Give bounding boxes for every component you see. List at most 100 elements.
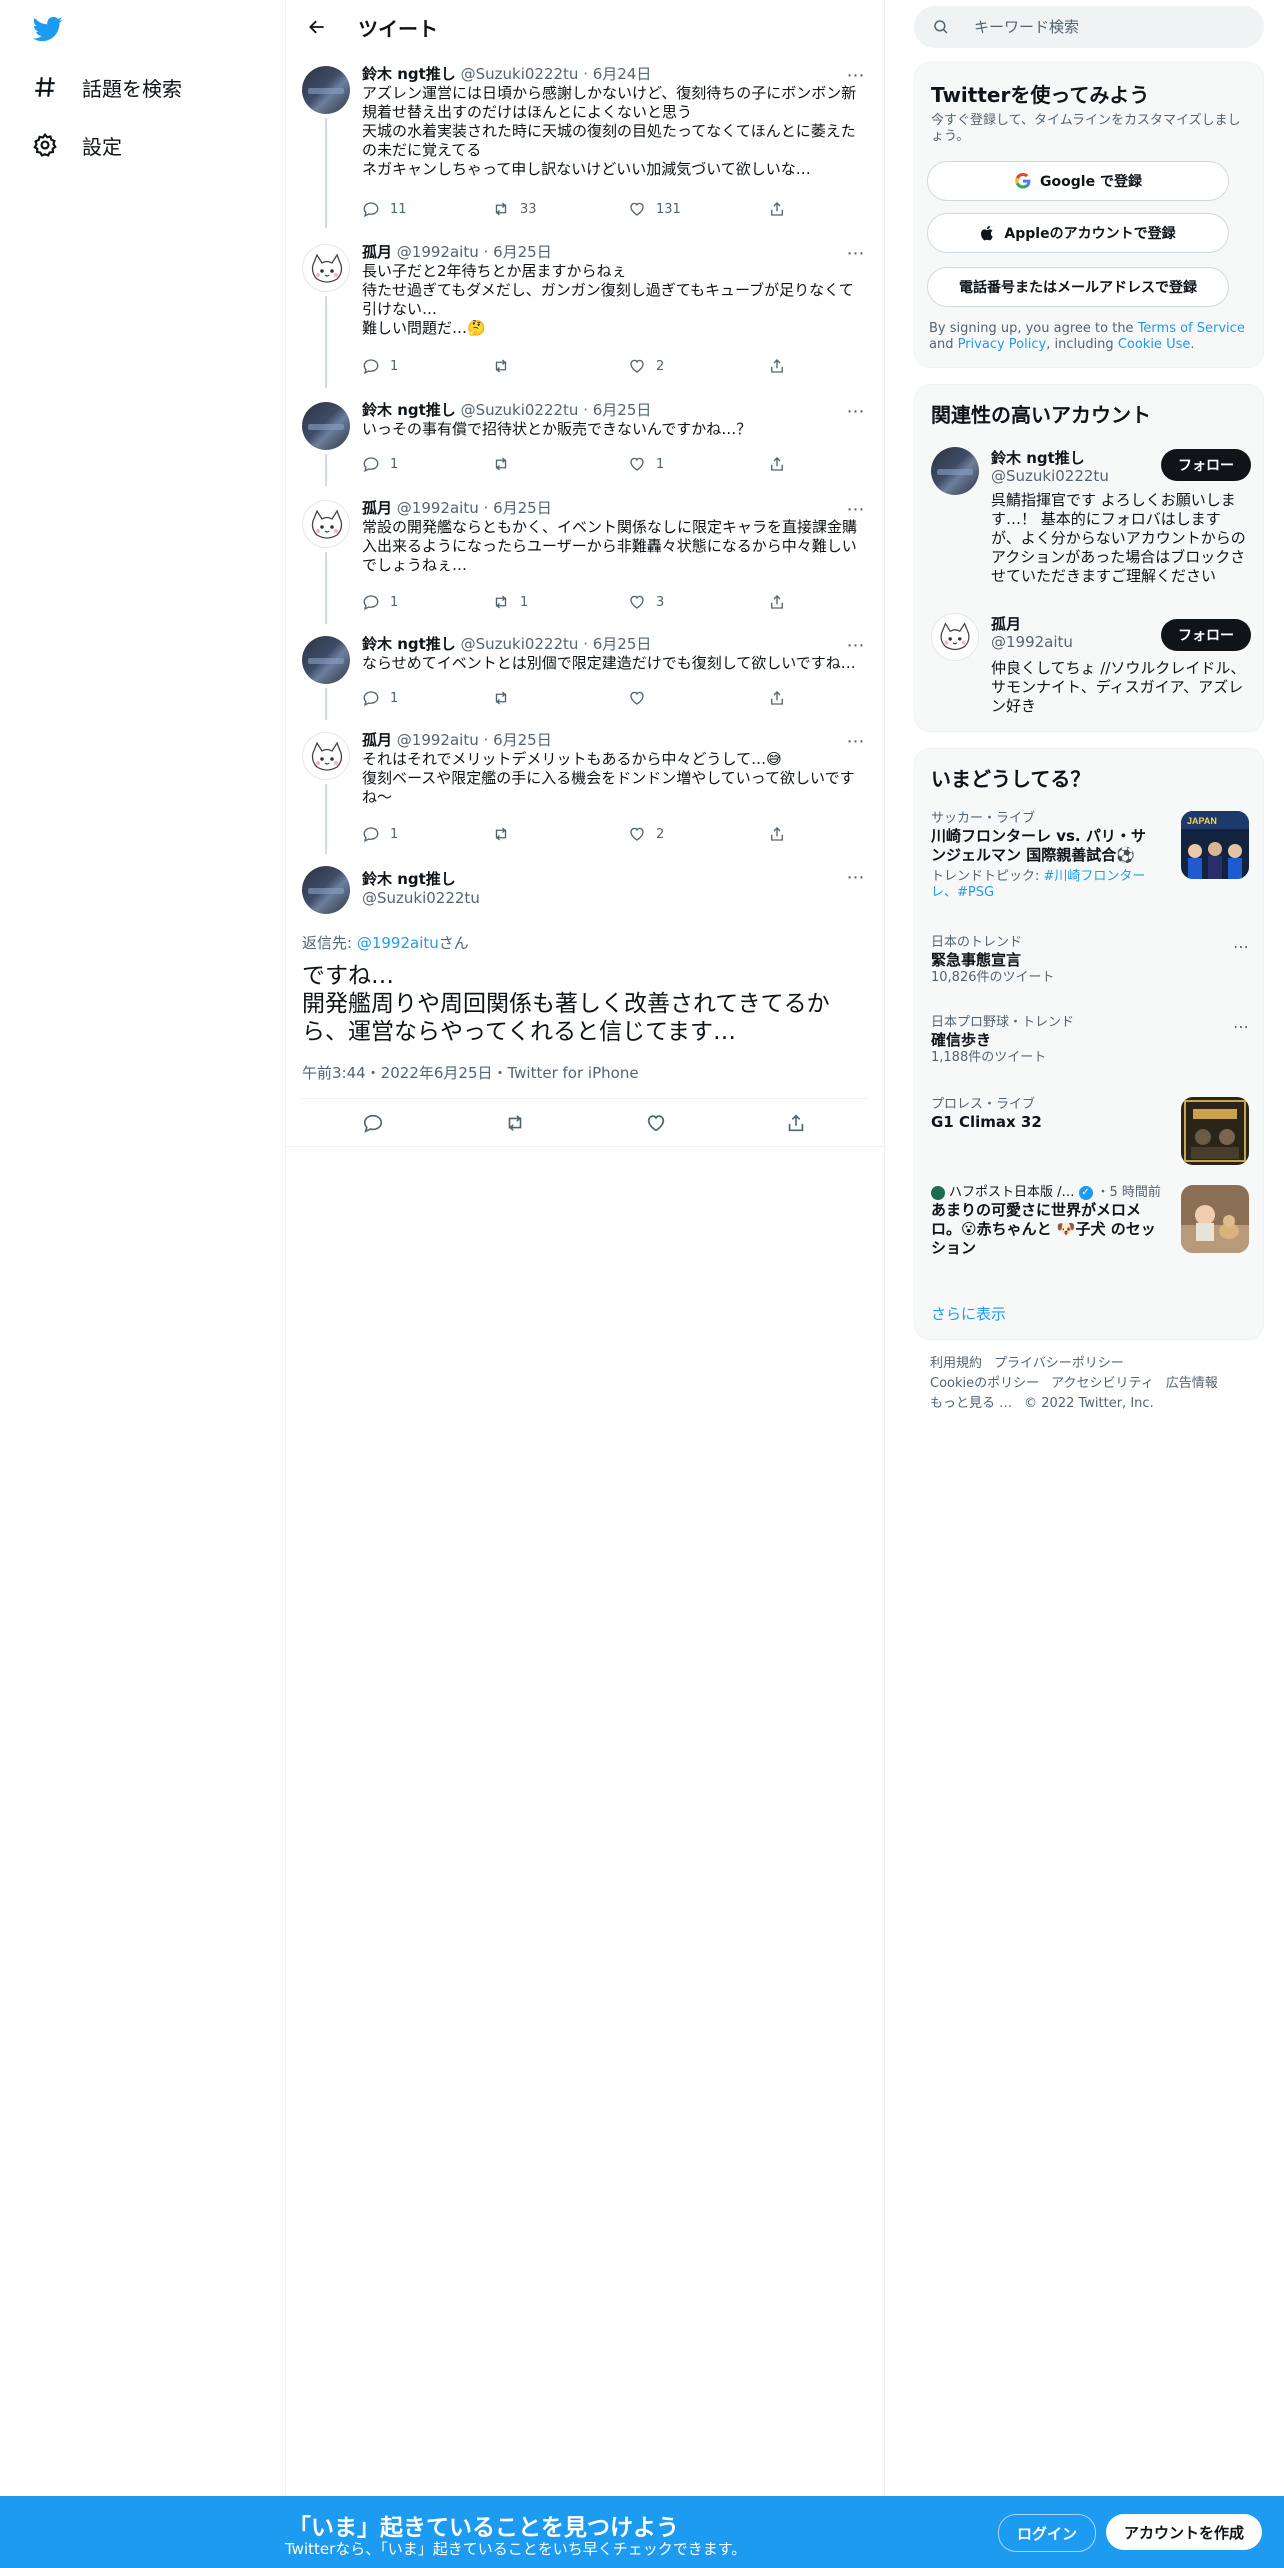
author-name[interactable]: 鈴木 ngt推し: [362, 401, 456, 419]
avatar[interactable]: [302, 636, 350, 684]
retweet-button[interactable]: [492, 687, 520, 709]
like-button[interactable]: 131: [628, 198, 681, 220]
more-options-button[interactable]: ⋯: [844, 243, 868, 264]
author-name[interactable]: 孤月: [362, 499, 392, 517]
publisher-name[interactable]: ハフポスト日本版 /…: [949, 1185, 1075, 1201]
nav-settings[interactable]: 設定: [32, 125, 122, 165]
like-button[interactable]: 2: [628, 355, 664, 377]
avatar[interactable]: [931, 447, 979, 495]
more-options-button[interactable]: ⋯: [844, 499, 868, 520]
share-button[interactable]: [768, 198, 786, 220]
footer-link-ads-info[interactable]: 広告情報: [1166, 1376, 1218, 1391]
retweet-button[interactable]: [502, 1110, 528, 1136]
retweet-button[interactable]: [492, 355, 520, 377]
trend-more-button[interactable]: ⋯: [1233, 1017, 1249, 1036]
author-name[interactable]: 鈴木 ngt推し: [362, 65, 456, 83]
account-handle[interactable]: @1992aitu: [991, 633, 1073, 651]
cookie-use-link[interactable]: Cookie Use: [1118, 337, 1191, 352]
account-item[interactable]: 孤月 @1992aitu フォロー 仲良くしてちょ //ソウルクレイドル、サモン…: [931, 613, 1251, 723]
trend-item[interactable]: プロレス・ライブ G1 Climax 32: [931, 1097, 1249, 1167]
apple-signup-button[interactable]: Appleのアカウントで登録: [927, 213, 1229, 253]
account-handle[interactable]: @Suzuki0222tu: [991, 467, 1109, 485]
author-name[interactable]: 鈴木 ngt推し: [362, 868, 868, 889]
create-account-button[interactable]: アカウントを作成: [1106, 2514, 1262, 2550]
avatar[interactable]: [931, 613, 979, 661]
login-button[interactable]: ログイン: [998, 2514, 1096, 2552]
reply-button[interactable]: 1: [362, 687, 398, 709]
author-handle[interactable]: @Suzuki0222tu: [362, 889, 868, 907]
share-button[interactable]: [768, 355, 786, 377]
share-button[interactable]: [768, 453, 786, 475]
retweet-button[interactable]: [492, 823, 520, 845]
phone-email-signup-button[interactable]: 電話番号またはメールアドレスで登録: [927, 267, 1229, 307]
more-options-button[interactable]: ⋯: [844, 731, 868, 752]
more-options-button[interactable]: ⋯: [844, 65, 868, 86]
tweet-date[interactable]: 6月25日: [493, 731, 552, 749]
thread-tweet[interactable]: 孤月 @1992aitu · 6月25日 それはそれでメリットデメリットもあるか…: [286, 728, 884, 856]
author-name[interactable]: 鈴木 ngt推し: [362, 635, 456, 653]
show-more-link[interactable]: さらに表示: [931, 1303, 1006, 1324]
footer-link-terms[interactable]: 利用規約: [930, 1356, 982, 1371]
footer-link-cookies[interactable]: Cookieのポリシー: [930, 1376, 1039, 1391]
trend-item[interactable]: ハフポスト日本版 /… ✓ ・5 時間前 あまりの可愛さに世界がメロメロ。😮赤ち…: [931, 1185, 1249, 1275]
thread-tweet[interactable]: 鈴木 ngt推し @Suzuki0222tu · 6月24日 アズレン運営には日…: [286, 62, 884, 230]
avatar[interactable]: [302, 732, 350, 780]
thread-tweet[interactable]: 鈴木 ngt推し @Suzuki0222tu · 6月25日 ならせめてイベント…: [286, 632, 884, 722]
avatar[interactable]: [302, 244, 350, 292]
search-input[interactable]: [972, 17, 1246, 37]
account-item[interactable]: 鈴木 ngt推し @Suzuki0222tu フォロー 呉鯖指揮官です よろしく…: [931, 447, 1251, 587]
thread-tweet[interactable]: 孤月 @1992aitu · 6月25日 常設の開発艦ならともかく、イベント関係…: [286, 496, 884, 626]
footer-link-accessibility[interactable]: アクセシビリティ: [1051, 1376, 1154, 1391]
more-options-button[interactable]: ⋯: [844, 401, 868, 422]
author-handle[interactable]: @Suzuki0222tu: [461, 401, 579, 419]
author-handle[interactable]: @1992aitu: [397, 243, 479, 261]
retweet-button[interactable]: [492, 453, 520, 475]
like-button[interactable]: 2: [628, 823, 664, 845]
author-name[interactable]: 孤月: [362, 731, 392, 749]
tweet-date[interactable]: 6月25日: [593, 401, 652, 419]
share-button[interactable]: [768, 687, 786, 709]
avatar[interactable]: [302, 402, 350, 450]
reply-button[interactable]: 11: [362, 198, 407, 220]
footer-more-link[interactable]: もっと見る …: [930, 1396, 1012, 1411]
author-handle[interactable]: @1992aitu: [397, 731, 479, 749]
author-handle[interactable]: @Suzuki0222tu: [461, 635, 579, 653]
share-button[interactable]: [768, 591, 786, 613]
follow-button[interactable]: フォロー: [1161, 449, 1251, 481]
tweet-date[interactable]: 6月25日: [493, 499, 552, 517]
author-name[interactable]: 孤月: [362, 243, 392, 261]
thread-tweet[interactable]: 鈴木 ngt推し @Suzuki0222tu · 6月25日 いっその事有償で招…: [286, 398, 884, 488]
like-button[interactable]: 1: [628, 453, 664, 475]
follow-button[interactable]: フォロー: [1161, 619, 1251, 651]
nav-explore[interactable]: 話題を検索: [32, 67, 182, 107]
trend-item[interactable]: 日本のトレンド 緊急事態宣言 10,826件のツイート ⋯: [931, 935, 1249, 993]
like-button[interactable]: 3: [628, 591, 664, 613]
avatar[interactable]: [302, 500, 350, 548]
trend-more-button[interactable]: ⋯: [1233, 937, 1249, 956]
avatar[interactable]: [302, 66, 350, 114]
avatar[interactable]: [302, 866, 350, 914]
privacy-policy-link[interactable]: Privacy Policy: [958, 337, 1047, 352]
more-options-button[interactable]: ⋯: [844, 867, 868, 888]
account-name[interactable]: 鈴木 ngt推し: [991, 447, 1085, 468]
reply-button[interactable]: [360, 1110, 386, 1136]
author-handle[interactable]: @Suzuki0222tu: [461, 65, 579, 83]
tweet-timestamp[interactable]: 午前3:44・2022年6月25日・Twitter for iPhone: [302, 1062, 639, 1083]
account-name[interactable]: 孤月: [991, 613, 1021, 634]
retweet-button[interactable]: 1: [492, 591, 528, 613]
reply-button[interactable]: 1: [362, 355, 398, 377]
twitter-logo-icon[interactable]: [30, 14, 66, 44]
back-button[interactable]: [300, 12, 334, 42]
author-handle[interactable]: @1992aitu: [397, 499, 479, 517]
reply-button[interactable]: 1: [362, 591, 398, 613]
trend-item[interactable]: サッカー・ライブ 川崎フロンターレ vs. パリ・サンジェルマン 国際親善試合⚽…: [931, 811, 1249, 921]
reply-button[interactable]: 1: [362, 823, 398, 845]
like-button[interactable]: [628, 687, 656, 709]
reply-to-link[interactable]: @1992aitu: [357, 934, 439, 952]
terms-of-service-link[interactable]: Terms of Service: [1138, 321, 1245, 336]
tweet-date[interactable]: 6月25日: [593, 635, 652, 653]
google-signup-button[interactable]: Google で登録: [927, 161, 1229, 201]
retweet-button[interactable]: 33: [492, 198, 537, 220]
footer-link-privacy[interactable]: プライバシーポリシー: [994, 1356, 1124, 1371]
tweet-date[interactable]: 6月25日: [493, 243, 552, 261]
